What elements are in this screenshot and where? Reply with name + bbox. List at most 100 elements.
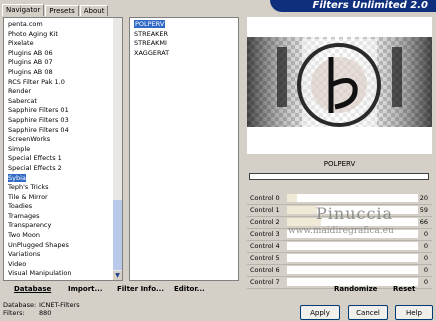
category-item[interactable]: Visual Manipulation <box>8 269 112 279</box>
watermark-url: www.maidiregrafica.eu <box>288 226 394 236</box>
category-label: Pixelate <box>8 39 34 48</box>
category-label: Transparency <box>8 221 52 230</box>
category-label: Variations <box>8 250 41 259</box>
control-slider[interactable] <box>287 242 418 250</box>
editor-button[interactable]: Editor... <box>174 283 205 296</box>
category-item[interactable]: RCS Filter Pak 1.0 <box>8 78 112 88</box>
effect-item[interactable]: STREAKER <box>132 30 169 40</box>
category-item[interactable]: Photo Aging Kit <box>8 30 112 40</box>
effect-item[interactable]: XAGGERAT <box>132 49 169 59</box>
category-item[interactable]: Sapphire Filters 04 <box>8 126 112 136</box>
category-label: Visual Manipulation <box>8 269 72 278</box>
category-item[interactable]: ScreenWorks <box>8 135 112 145</box>
category-label: Tramages <box>8 211 40 220</box>
scroll-down-icon[interactable]: ▼ <box>113 271 122 280</box>
tab-navigator[interactable]: Navigator <box>2 4 45 16</box>
effect-label: STREAKMI <box>134 39 167 48</box>
category-item[interactable]: Sapphire Filters 01 <box>8 106 112 116</box>
category-item[interactable]: Plugins AB 08 <box>8 68 112 78</box>
control-row: Control 5 0 <box>247 253 432 265</box>
apply-button[interactable]: Apply <box>300 305 340 320</box>
filter-info-button[interactable]: Filter Info... <box>117 283 164 296</box>
cancel-button[interactable]: Cancel <box>348 305 388 320</box>
category-label: Video <box>8 259 27 268</box>
control-slider-fill <box>287 194 298 202</box>
category-label: Sapphire Filters 01 <box>8 106 69 115</box>
control-slider[interactable] <box>287 266 418 274</box>
effect-label: STREAKER <box>134 29 169 38</box>
category-item[interactable]: penta.com <box>8 20 112 30</box>
category-item[interactable]: UnPlugged Shapes <box>8 241 112 251</box>
category-label: ScreenWorks <box>8 135 51 144</box>
category-label: Toadies <box>8 202 33 211</box>
bottom-toolbar: Database Import... Filter Info... Editor… <box>0 283 436 296</box>
category-item[interactable]: Plugins AB 06 <box>8 49 112 59</box>
control-label: Control 1 <box>250 206 280 214</box>
category-item[interactable]: Sybia <box>8 173 112 184</box>
category-label: Sybia <box>8 173 26 182</box>
watermark-name: Pinuccia <box>316 204 394 223</box>
tab-presets[interactable]: Presets <box>45 5 79 16</box>
category-item[interactable]: Render <box>8 87 112 97</box>
category-item[interactable]: Sabercat <box>8 97 112 107</box>
database-status-value: ICNET-Filters <box>39 301 80 309</box>
scrollbar-thumb[interactable] <box>113 200 122 270</box>
database-button[interactable]: Database <box>14 283 51 296</box>
category-item[interactable]: Special Effects 2 <box>8 164 112 174</box>
app-title: Filters Unlimited 2.0 <box>270 0 436 12</box>
database-status-label: Database: <box>3 301 37 309</box>
effect-list[interactable]: POLPERV STREAKER STREAKMI XAGGERAT <box>129 17 239 281</box>
randomize-button[interactable]: Randomize <box>334 283 377 296</box>
category-list[interactable]: penta.com Photo Aging Kit Pixelate Plugins … <box>3 17 123 281</box>
control-slider[interactable] <box>287 254 418 262</box>
control-label: Control 5 <box>250 254 280 262</box>
control-label: Control 3 <box>250 230 280 238</box>
category-item[interactable]: Two Moon <box>8 231 112 241</box>
category-item[interactable]: Simple <box>8 145 112 155</box>
category-label: Sapphire Filters 03 <box>8 115 69 124</box>
category-item[interactable]: Tramages <box>8 212 112 222</box>
category-item[interactable]: Sapphire Filters 03 <box>8 116 112 126</box>
control-row: Control 4 0 <box>247 241 432 253</box>
category-label: Render <box>8 87 32 96</box>
category-label: RCS Filter Pak 1.0 <box>8 77 65 86</box>
effect-item[interactable]: POLPERV <box>132 20 169 30</box>
control-slider[interactable] <box>287 194 418 202</box>
control-label: Control 0 <box>250 194 280 202</box>
preview-image <box>247 17 432 154</box>
control-label: Control 2 <box>250 218 280 226</box>
category-items: penta.com Photo Aging Kit Pixelate Plugins … <box>8 20 112 279</box>
category-label: Plugins AB 07 <box>8 58 53 67</box>
category-label: Plugins AB 08 <box>8 67 53 76</box>
category-label: Sabercat <box>8 96 37 105</box>
category-item[interactable]: Transparency <box>8 221 112 231</box>
category-item[interactable]: Plugins AB 07 <box>8 58 112 68</box>
category-item[interactable]: Special Effects 1 <box>8 154 112 164</box>
control-value: 0 <box>423 242 428 250</box>
control-value: 0 <box>423 230 428 238</box>
filter-name: POLPERV <box>323 160 356 168</box>
effect-item[interactable]: STREAKMI <box>132 39 169 49</box>
category-item[interactable]: Toadies <box>8 202 112 212</box>
category-label: Teph's Tricks <box>8 183 49 192</box>
category-item[interactable]: Variations <box>8 250 112 260</box>
import-button[interactable]: Import... <box>68 283 103 296</box>
category-label: Photo Aging Kit <box>8 29 58 38</box>
effect-label: XAGGERAT <box>134 48 170 57</box>
category-label: Simple <box>8 144 31 153</box>
category-item[interactable]: Pixelate <box>8 39 112 49</box>
reset-button[interactable]: Reset <box>393 283 415 296</box>
category-item[interactable]: Video <box>8 260 112 270</box>
category-item[interactable]: Teph's Tricks <box>8 183 112 193</box>
control-slider-fill <box>287 206 318 214</box>
category-label: Two Moon <box>8 231 40 240</box>
control-label: Control 4 <box>250 242 280 250</box>
tab-strip: Navigator Presets About <box>2 4 109 17</box>
category-item[interactable]: Tile & Mirror <box>8 193 112 203</box>
category-scrollbar[interactable]: ▼ <box>113 18 122 280</box>
tab-about[interactable]: About <box>79 5 109 16</box>
help-button[interactable]: Help <box>395 305 433 320</box>
title-bar: Filters Unlimited 2.0 Navigator Presets … <box>0 0 436 16</box>
status-area: Database: ICNET-Filters Filters: 880 <box>3 301 80 317</box>
progress-bar <box>249 173 429 180</box>
